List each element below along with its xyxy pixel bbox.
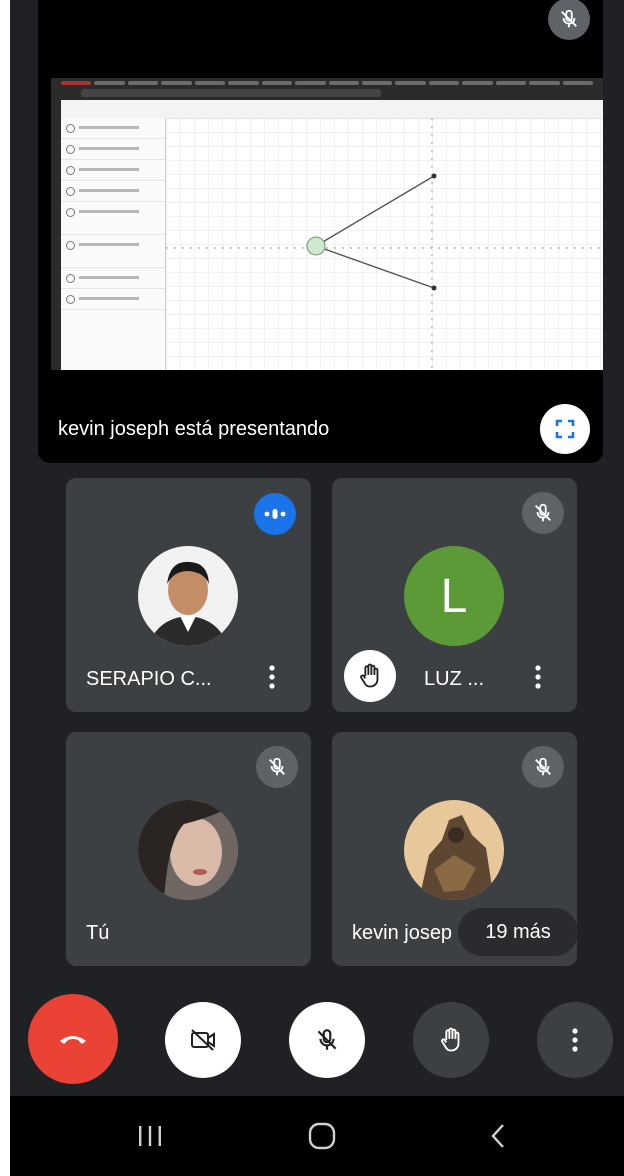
shared-screen	[51, 78, 603, 370]
browser-bar	[51, 78, 603, 100]
avatar	[404, 800, 504, 900]
avatar: L	[404, 546, 504, 646]
raise-hand-icon	[441, 1027, 460, 1052]
more-vert-icon	[535, 665, 541, 689]
recents-icon[interactable]	[136, 1124, 164, 1148]
android-nav-bar	[10, 1096, 624, 1176]
end-call-button[interactable]	[28, 994, 118, 1084]
end-call-icon	[60, 1036, 86, 1044]
raise-hand-button[interactable]	[413, 1002, 489, 1078]
geogebra-toolbar	[51, 100, 603, 119]
participant-name: kevin josep	[352, 922, 453, 944]
meet-call-screen: kevin joseph está presentando SERAPIO C.…	[10, 0, 624, 1176]
avatar-initial: L	[440, 569, 468, 623]
presenter-mic-off-icon	[548, 0, 590, 40]
more-participants-button[interactable]: 19 más	[458, 908, 578, 956]
presenting-label: kevin joseph está presentando	[58, 418, 330, 440]
participant-name: LUZ ...	[424, 668, 485, 690]
speaking-indicator-icon	[254, 493, 296, 535]
more-vert-icon	[572, 1028, 578, 1052]
browser-sidebar	[51, 100, 61, 370]
more-options-button[interactable]	[537, 1002, 613, 1078]
participant-tile[interactable]: L LUZ ...	[332, 478, 577, 712]
mic-off-icon	[522, 746, 564, 788]
more-vert-icon	[269, 665, 275, 689]
graphics-view	[166, 118, 603, 370]
algebra-view	[61, 118, 166, 370]
camera-off-button[interactable]	[165, 1002, 241, 1078]
participant-tile[interactable]: Tú	[66, 732, 311, 966]
camera-off-icon	[191, 1029, 215, 1051]
mic-off-icon	[256, 746, 298, 788]
participant-options-button[interactable]	[528, 662, 548, 692]
mic-off-icon	[522, 492, 564, 534]
participant-name: SERAPIO C...	[86, 668, 212, 690]
home-icon[interactable]	[307, 1122, 337, 1150]
participant-tile[interactable]: SERAPIO C...	[66, 478, 311, 712]
participant-name: Tú	[86, 922, 110, 944]
raised-hand-icon	[344, 650, 396, 702]
fullscreen-button[interactable]	[540, 404, 590, 454]
mic-off-button[interactable]	[289, 1002, 365, 1078]
back-icon[interactable]	[488, 1122, 508, 1150]
participant-options-button[interactable]	[262, 662, 282, 692]
avatar	[138, 546, 238, 646]
avatar	[138, 800, 238, 900]
mic-off-icon	[317, 1029, 337, 1050]
fullscreen-icon	[555, 419, 575, 439]
presentation-area[interactable]: kevin joseph está presentando	[38, 0, 603, 463]
